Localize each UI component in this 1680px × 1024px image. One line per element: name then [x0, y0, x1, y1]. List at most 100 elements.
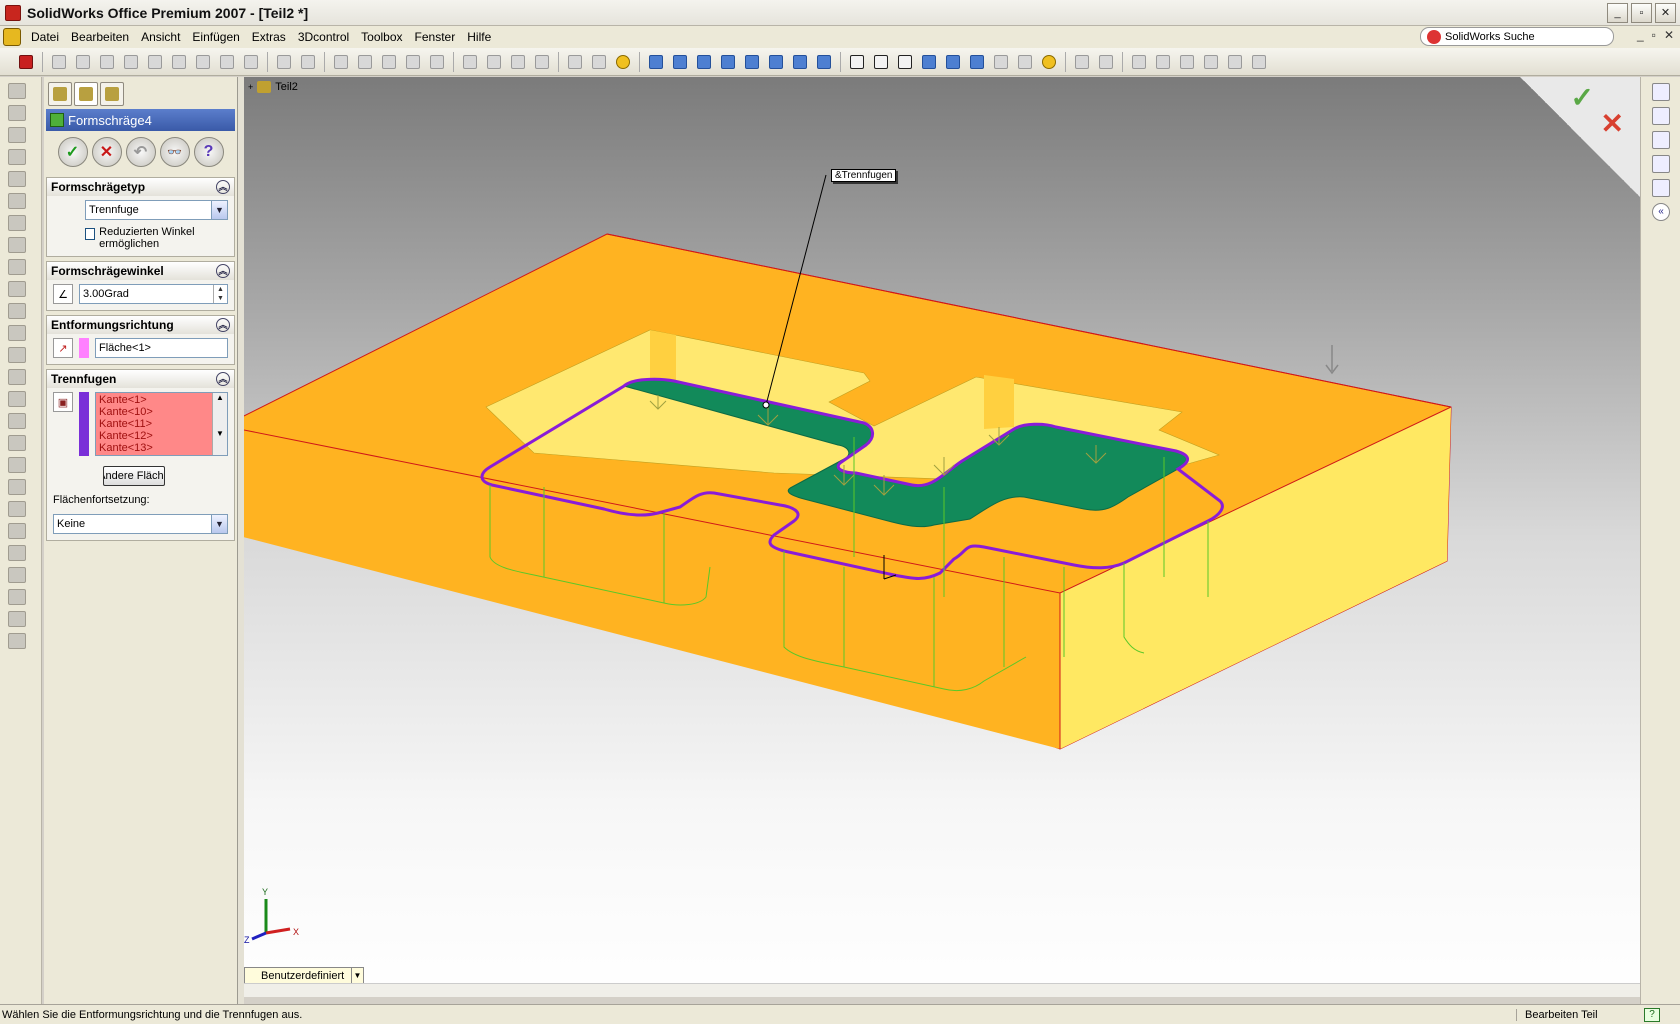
- document-close-button[interactable]: ✕: [1664, 28, 1674, 42]
- mirror-icon[interactable]: [8, 413, 26, 429]
- delete-icon[interactable]: [241, 52, 261, 72]
- scale-icon[interactable]: [8, 391, 26, 407]
- draft-type-select[interactable]: Trennfuge ▼: [85, 200, 228, 220]
- move-component-icon[interactable]: [1072, 52, 1092, 72]
- zoom-area-icon[interactable]: [694, 52, 714, 72]
- property-manager-tab[interactable]: [74, 82, 98, 106]
- rebuild-icon[interactable]: [16, 52, 36, 72]
- assembly-icon[interactable]: [1177, 52, 1197, 72]
- quick-tips-icon[interactable]: ?: [1644, 1007, 1660, 1022]
- zoom-selection-icon[interactable]: [742, 52, 762, 72]
- help-button[interactable]: ?: [193, 137, 224, 167]
- shell-icon[interactable]: [8, 347, 26, 363]
- plane-icon[interactable]: [8, 171, 26, 187]
- zoom-to-fit-icon[interactable]: [670, 52, 690, 72]
- model-view[interactable]: [244, 77, 1640, 997]
- parting-lines-list[interactable]: Kante<1> Kante<10> Kante<11> Kante<12> K…: [95, 392, 228, 456]
- horizontal-scrollbar[interactable]: [244, 983, 1640, 997]
- properties-icon[interactable]: [589, 52, 609, 72]
- list-item[interactable]: Kante<11>: [99, 418, 209, 430]
- print-preview-icon[interactable]: [145, 52, 165, 72]
- new-icon[interactable]: [49, 52, 69, 72]
- draft-analysis-icon[interactable]: [1225, 52, 1245, 72]
- ok-button[interactable]: ✓: [57, 137, 88, 167]
- extrude-icon[interactable]: [8, 83, 26, 99]
- collapse-pane-icon[interactable]: «: [1652, 203, 1670, 221]
- design-library-icon[interactable]: [1652, 107, 1670, 125]
- list-item[interactable]: Kante<1>: [99, 394, 209, 406]
- mold-tools-icon[interactable]: [1201, 52, 1221, 72]
- face-continuation-select[interactable]: Keine ▼: [53, 514, 228, 534]
- linear-pattern-icon[interactable]: [8, 457, 26, 473]
- collapse-chevron-icon[interactable]: ︽: [216, 372, 230, 386]
- split-line-icon[interactable]: [8, 523, 26, 539]
- redo-icon[interactable]: [298, 52, 318, 72]
- rotate-view-icon[interactable]: [766, 52, 786, 72]
- reference-geometry-icon[interactable]: [8, 567, 26, 583]
- wrap-icon[interactable]: [8, 435, 26, 451]
- list-item[interactable]: Kante<13>: [99, 442, 209, 454]
- list-item[interactable]: Kante<10>: [99, 406, 209, 418]
- menu-ansicht[interactable]: Ansicht: [135, 30, 186, 44]
- select-icon[interactable]: [331, 52, 351, 72]
- draft-quality-icon[interactable]: [1015, 52, 1035, 72]
- table-icon[interactable]: [484, 52, 504, 72]
- cancel-button[interactable]: ✕: [91, 137, 122, 167]
- spin-arrows-icon[interactable]: ▲ ▼: [213, 285, 227, 303]
- circular-pattern-icon[interactable]: [8, 479, 26, 495]
- sketch-entity-icon[interactable]: [8, 589, 26, 605]
- list-scrollbar[interactable]: ▲ ▼: [212, 393, 227, 455]
- grid-icon[interactable]: [460, 52, 480, 72]
- search-results-icon[interactable]: [1652, 155, 1670, 173]
- collapse-chevron-icon[interactable]: ︽: [216, 264, 230, 278]
- pan-icon[interactable]: [790, 52, 810, 72]
- print-icon[interactable]: [121, 52, 141, 72]
- cut-icon[interactable]: [169, 52, 189, 72]
- menu-einfuegen[interactable]: Einfügen: [186, 30, 245, 44]
- file-explorer-icon[interactable]: [1652, 131, 1670, 149]
- document-minimize-button[interactable]: _: [1637, 28, 1644, 42]
- chamfer-icon[interactable]: [8, 281, 26, 297]
- view-palette-icon[interactable]: [1652, 179, 1670, 197]
- sketch-icon[interactable]: [379, 52, 399, 72]
- mate-icon[interactable]: [427, 52, 447, 72]
- paste-icon[interactable]: [217, 52, 237, 72]
- collapse-chevron-icon[interactable]: ︽: [216, 318, 230, 332]
- solidworks-app-icon[interactable]: [5, 4, 21, 21]
- minimize-button[interactable]: _: [1607, 3, 1628, 23]
- search-input[interactable]: SolidWorks Suche: [1420, 27, 1614, 46]
- rebuild-list-icon[interactable]: [532, 52, 552, 72]
- cut-extrude-icon[interactable]: [8, 193, 26, 209]
- reverse-direction-icon[interactable]: ↗: [53, 338, 73, 358]
- list-item[interactable]: Kante<12>: [99, 430, 209, 442]
- macro-icon[interactable]: [1249, 52, 1269, 72]
- document-restore-button[interactable]: ▫: [1652, 28, 1656, 42]
- menu-extras[interactable]: Extras: [246, 30, 292, 44]
- rotate-component-icon[interactable]: [1096, 52, 1116, 72]
- save-icon[interactable]: [97, 52, 117, 72]
- options-icon[interactable]: [508, 52, 528, 72]
- section-view-icon[interactable]: [991, 52, 1011, 72]
- solidworks-logo-icon[interactable]: [3, 28, 21, 46]
- graphics-area[interactable]: + Teil2 ✓ ✕ Y X Z &Trennfugen Benutzerde…: [244, 77, 1640, 997]
- menu-hilfe[interactable]: Hilfe: [461, 30, 497, 44]
- hole-icon[interactable]: [8, 237, 26, 253]
- close-button[interactable]: ✕: [1655, 3, 1676, 23]
- wireframe-icon[interactable]: [847, 52, 867, 72]
- help-bulb-icon[interactable]: [613, 52, 633, 72]
- previous-view-icon[interactable]: [646, 52, 666, 72]
- other-face-button[interactable]: Andere Fläche: [103, 466, 165, 486]
- loft-icon[interactable]: [8, 149, 26, 165]
- dome-icon[interactable]: [8, 369, 26, 385]
- shaded-with-edges-icon[interactable]: [919, 52, 939, 72]
- standard-views-icon[interactable]: [814, 52, 834, 72]
- undo-button[interactable]: ↶: [125, 137, 156, 167]
- fillet-icon[interactable]: [8, 259, 26, 275]
- draft-angle-input[interactable]: 3.00Grad ▲ ▼: [79, 284, 228, 304]
- shaded-icon[interactable]: [943, 52, 963, 72]
- layer-icon[interactable]: [565, 52, 585, 72]
- revolve-icon[interactable]: [8, 105, 26, 121]
- menu-toolbox[interactable]: Toolbox: [355, 30, 408, 44]
- home-icon[interactable]: [1652, 83, 1670, 101]
- spline-icon[interactable]: [8, 633, 26, 649]
